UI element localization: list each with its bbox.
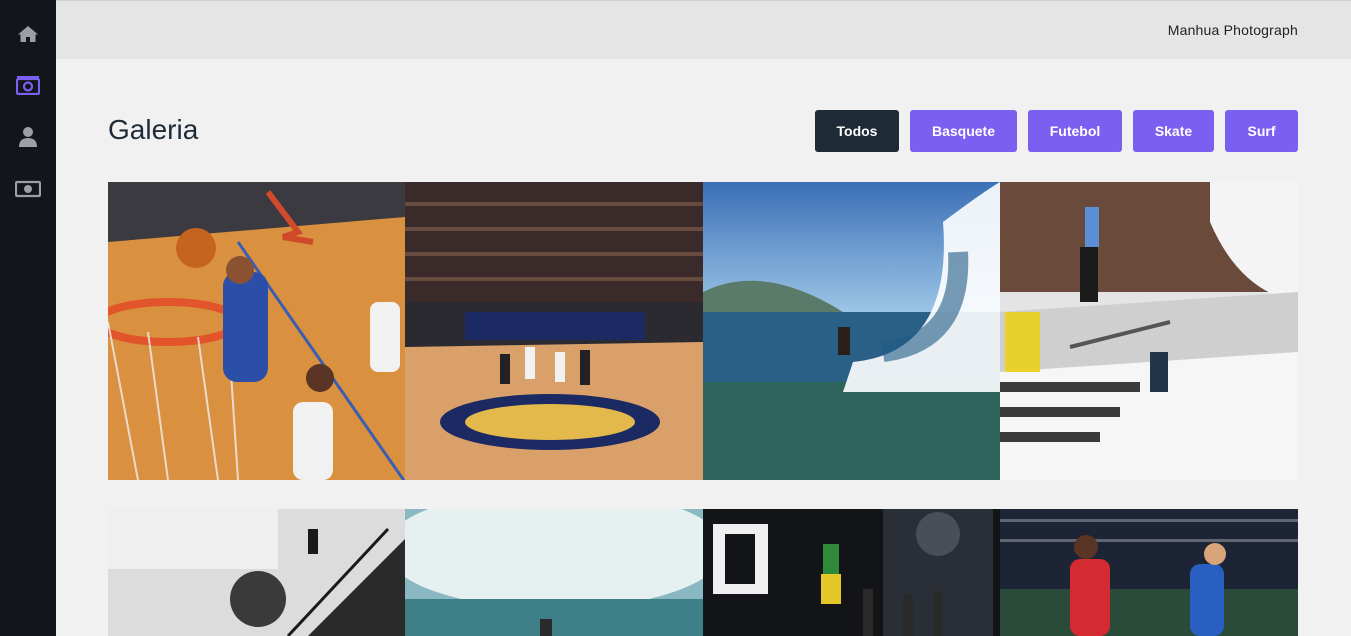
gallery-photo-basketball-allstar-court[interactable] <box>405 182 703 480</box>
money-icon[interactable] <box>13 176 43 202</box>
top-bar: Manhua Photograph <box>56 0 1351 59</box>
gallery-photo-basketball-dunk[interactable] <box>108 182 405 480</box>
camera-icon[interactable] <box>13 72 43 98</box>
gallery-photo-skate-rail[interactable] <box>1000 182 1298 480</box>
brand-name[interactable]: Manhua Photograph <box>1168 22 1298 38</box>
gallery-photo-skate-stairs-bw[interactable] <box>108 509 405 636</box>
sidebar <box>0 0 56 636</box>
filter-button-surf[interactable]: Surf <box>1225 110 1298 152</box>
page-title: Galeria <box>108 114 199 145</box>
gallery-photo-soccer-match[interactable] <box>1000 509 1298 636</box>
gallery-photo-surf-wave[interactable] <box>703 182 1000 480</box>
gallery-photo-skate-sls-event[interactable] <box>703 509 1000 636</box>
home-icon[interactable] <box>13 21 43 47</box>
gallery-photo-surf-spray[interactable] <box>405 509 703 636</box>
user-icon[interactable] <box>13 124 43 150</box>
filter-button-skate[interactable]: Skate <box>1133 110 1214 152</box>
filter-button-futebol[interactable]: Futebol <box>1028 110 1122 152</box>
filter-button-basquete[interactable]: Basquete <box>910 110 1017 152</box>
filter-button-todos[interactable]: Todos <box>815 110 899 152</box>
